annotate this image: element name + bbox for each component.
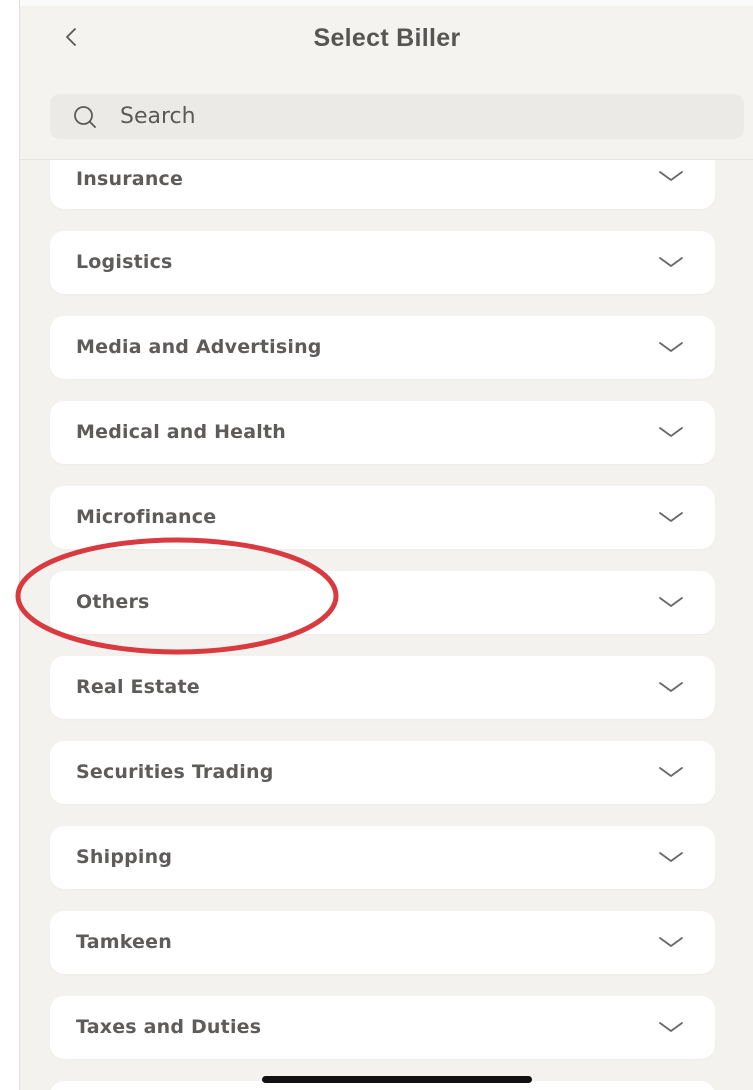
category-item-insurance[interactable]: Insurance xyxy=(50,160,715,209)
category-label: Logistics xyxy=(76,251,173,273)
header: Select Biller xyxy=(20,6,753,160)
home-indicator xyxy=(262,1076,532,1083)
category-item-tamkeen[interactable]: Tamkeen xyxy=(50,911,715,974)
search-icon xyxy=(72,104,98,130)
chevron-down-icon xyxy=(657,509,685,525)
category-label: Real Estate xyxy=(76,676,200,698)
page-title: Select Biller xyxy=(313,24,461,52)
category-item-shipping[interactable]: Shipping xyxy=(50,826,715,889)
category-label: Tamkeen xyxy=(76,931,172,953)
chevron-down-icon xyxy=(657,254,685,270)
category-label: Securities Trading xyxy=(76,761,274,783)
chevron-down-icon xyxy=(657,849,685,865)
category-label: Microfinance xyxy=(76,506,217,528)
category-label: Others xyxy=(76,591,150,613)
chevron-down-icon xyxy=(657,1019,685,1035)
chevron-down-icon xyxy=(657,168,685,184)
chevron-down-icon xyxy=(657,339,685,355)
search-input[interactable] xyxy=(120,94,720,139)
chevron-down-icon xyxy=(657,594,685,610)
category-item-taxes-and-duties[interactable]: Taxes and Duties xyxy=(50,996,715,1059)
category-item-others[interactable]: Others xyxy=(50,571,715,634)
category-item-logistics[interactable]: Logistics xyxy=(50,231,715,294)
category-label: Shipping xyxy=(76,846,173,868)
biller-category-list: Insurance Logistics Media and Advertisin… xyxy=(20,160,753,1090)
category-label: Media and Advertising xyxy=(76,336,322,358)
search-bar[interactable] xyxy=(50,94,744,139)
chevron-down-icon xyxy=(657,934,685,950)
category-item-microfinance[interactable]: Microfinance xyxy=(50,486,715,549)
category-item-real-estate[interactable]: Real Estate xyxy=(50,656,715,719)
category-label: Taxes and Duties xyxy=(76,1016,262,1038)
category-item-media-and-advertising[interactable]: Media and Advertising xyxy=(50,316,715,379)
chevron-down-icon xyxy=(657,679,685,695)
category-label: Insurance xyxy=(76,168,184,190)
chevron-down-icon xyxy=(657,764,685,780)
phone-screen: Select Biller Insurance Logistics Media … xyxy=(19,0,753,1090)
category-item-medical-and-health[interactable]: Medical and Health xyxy=(50,401,715,464)
category-label: Medical and Health xyxy=(76,421,287,443)
category-item-securities-trading[interactable]: Securities Trading xyxy=(50,741,715,804)
chevron-down-icon xyxy=(657,424,685,440)
